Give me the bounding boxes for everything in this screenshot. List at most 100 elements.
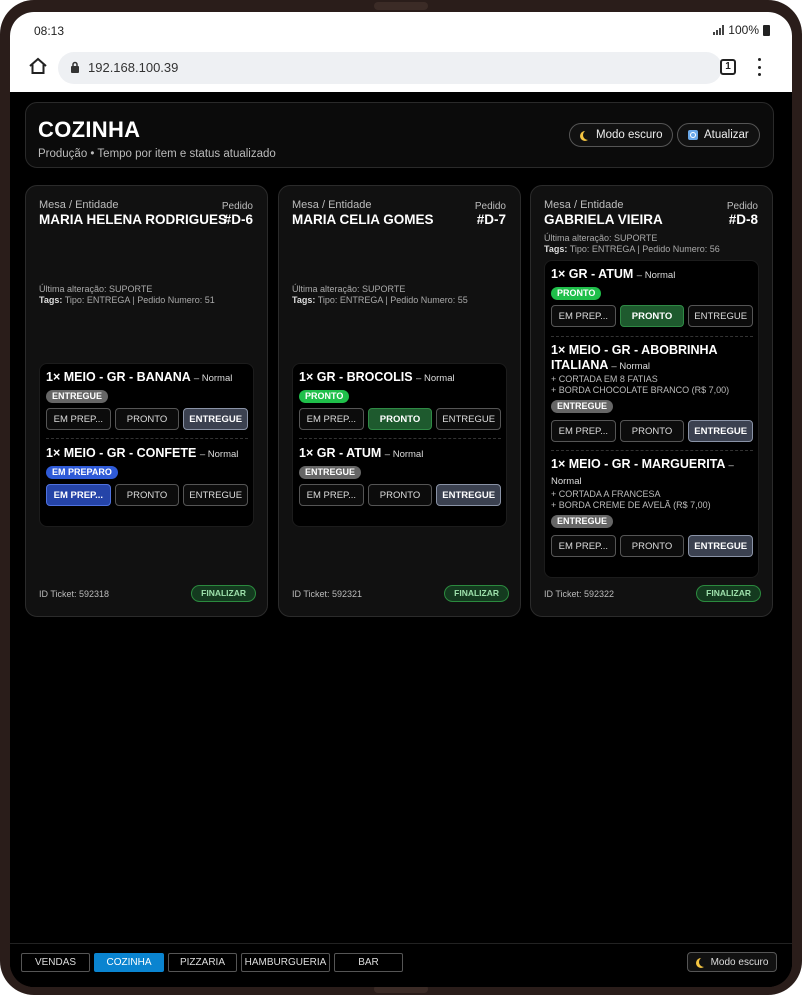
item-title: 1× MEIO - GR - CONFETE – Normal — [46, 446, 239, 460]
tags-label: Tags: — [39, 295, 63, 305]
item-option: + CORTADA EM 8 FATIAS — [551, 374, 658, 384]
dark-mode-button[interactable]: Modo escuro — [569, 123, 674, 147]
status-preparo-button[interactable]: EM PREP... — [551, 535, 616, 557]
order-id: #D-8 — [728, 212, 758, 227]
status-preparo-button[interactable]: EM PREP... — [46, 408, 111, 430]
order-id: #D-6 — [223, 212, 253, 227]
status-preparo-button[interactable]: EM PREP... — [299, 484, 364, 506]
status-right: 100% — [713, 23, 770, 37]
tags-value: Tipo: ENTREGA | Pedido Numero: 56 — [569, 244, 720, 254]
page-subtitle: Produção • Tempo por item e status atual… — [38, 148, 276, 160]
moon-icon — [583, 130, 593, 140]
page-header: COZINHA Produção • Tempo por item e stat… — [25, 102, 774, 168]
status-entregue-button[interactable]: ENTREGUE — [688, 535, 754, 557]
refresh-label: Atualizar — [704, 129, 749, 141]
bottom-nav: VENDAS COZINHA PIZZARIA HAMBURGUERIA BAR… — [10, 943, 792, 987]
status-pronto-button[interactable]: PRONTO — [619, 305, 685, 327]
item-divider — [46, 438, 248, 439]
order-id: #D-7 — [476, 212, 506, 227]
order-card: Mesa / Entidade MARIA CELIA GOMES Pedido… — [278, 185, 521, 617]
order-tags: Tags: Tipo: ENTREGA | Pedido Numero: 51 — [39, 295, 215, 306]
nav-dark-mode-button[interactable]: Modo escuro — [687, 952, 777, 972]
item-mode: – Normal — [416, 373, 455, 384]
status-preparo-button[interactable]: EM PREP... — [299, 408, 364, 430]
order-label: Pedido — [726, 201, 758, 212]
address-bar[interactable]: 192.168.100.39 — [58, 52, 722, 84]
address-url: 192.168.100.39 — [88, 60, 179, 75]
order-card: Mesa / Entidade MARIA HELENA RODRIGUES P… — [25, 185, 268, 617]
order-tags: Tags: Tipo: ENTREGA | Pedido Numero: 55 — [292, 295, 468, 306]
tags-label: Tags: — [292, 295, 316, 305]
finalize-button[interactable]: FINALIZAR — [191, 585, 256, 602]
finalize-button[interactable]: FINALIZAR — [444, 585, 509, 602]
last-change: Última alteração: SUPORTE — [292, 284, 406, 294]
order-item: 1× GR - ATUM – Normal PRONTO EM PREP... … — [551, 267, 754, 327]
order-meta: Última alteração: SUPORTE Tags: Tipo: EN… — [39, 284, 215, 306]
refresh-button[interactable]: Atualizar — [677, 123, 760, 147]
status-badge: ENTREGUE — [551, 515, 614, 528]
status-entregue-button[interactable]: ENTREGUE — [183, 484, 249, 506]
item-title: 1× MEIO - GR - MARGUERITA – Normal — [551, 457, 734, 487]
item-mode: – Normal — [193, 373, 233, 384]
status-pronto-button[interactable]: PRONTO — [619, 535, 685, 557]
status-entregue-button[interactable]: ENTREGUE — [436, 408, 502, 430]
order-tags: Tags: Tipo: ENTREGA | Pedido Numero: 56 — [544, 244, 720, 255]
device-hinge-top — [374, 2, 428, 10]
status-buttons: EM PREP... PRONTO ENTREGUE — [46, 484, 249, 506]
finalize-button[interactable]: FINALIZAR — [696, 585, 761, 602]
home-icon[interactable] — [28, 56, 48, 76]
status-entregue-button[interactable]: ENTREGUE — [688, 420, 754, 442]
nav-tab-hamburgueria[interactable]: HAMBURGUERIA — [241, 953, 330, 972]
item-mode: – Normal — [384, 449, 424, 460]
browser-menu-icon[interactable] — [752, 58, 766, 76]
item-divider — [299, 438, 501, 439]
status-pronto-button[interactable]: PRONTO — [619, 420, 685, 442]
status-entregue-button[interactable]: ENTREGUE — [688, 305, 754, 327]
status-badge: ENTREGUE — [551, 400, 614, 413]
order-item: 1× MEIO - GR - BANANA – Normal ENTREGUE … — [46, 370, 249, 430]
item-title: 1× GR - ATUM – Normal — [299, 446, 424, 460]
status-buttons: EM PREP... PRONTO ENTREGUE — [551, 535, 754, 557]
item-title: 1× MEIO - GR - ABOBRINHA ITALIANA – Norm… — [551, 343, 718, 372]
status-preparo-button[interactable]: EM PREP... — [551, 305, 616, 327]
item-title: 1× GR - BROCOLIS – Normal — [299, 370, 455, 384]
order-meta: Última alteração: SUPORTE Tags: Tipo: EN… — [292, 284, 468, 306]
status-entregue-button[interactable]: ENTREGUE — [436, 484, 502, 506]
status-pronto-button[interactable]: PRONTO — [114, 484, 180, 506]
status-entregue-button[interactable]: ENTREGUE — [183, 408, 249, 430]
entity-label: Mesa / Entidade — [39, 199, 119, 211]
status-pronto-button[interactable]: PRONTO — [367, 408, 433, 430]
status-preparo-button[interactable]: EM PREP... — [551, 420, 616, 442]
page-title: COZINHA — [38, 117, 141, 142]
status-bar: 08:13 100% — [10, 12, 792, 50]
order-meta: Última alteração: SUPORTE Tags: Tipo: EN… — [544, 233, 720, 255]
order-items: 1× GR - BROCOLIS – Normal PRONTO EM PREP… — [292, 363, 507, 527]
app-root: COZINHA Produção • Tempo por item e stat… — [10, 92, 792, 987]
item-title: 1× MEIO - GR - BANANA – Normal — [46, 370, 233, 384]
status-pronto-button[interactable]: PRONTO — [367, 484, 433, 506]
status-badge: EM PREPARO — [46, 466, 118, 479]
status-pronto-button[interactable]: PRONTO — [114, 408, 180, 430]
status-buttons: EM PREP... PRONTO ENTREGUE — [551, 305, 754, 327]
item-option: + BORDA CREME DE AVELÃ (R$ 7,00) — [551, 500, 711, 510]
status-badge: ENTREGUE — [299, 466, 362, 479]
device-screen: 08:13 100% 192.168.100.39 1 COZINHA Prod… — [10, 12, 792, 987]
nav-tab-pizzaria[interactable]: PIZZARIA — [168, 953, 237, 972]
nav-tab-bar[interactable]: BAR — [334, 953, 403, 972]
ticket-id: ID Ticket: 592321 — [292, 589, 363, 599]
moon-icon — [699, 957, 709, 967]
order-items: 1× GR - ATUM – Normal PRONTO EM PREP... … — [544, 260, 759, 578]
ticket-id: ID Ticket: 592322 — [544, 589, 615, 599]
order-item: 1× MEIO - GR - MARGUERITA – Normal + COR… — [551, 457, 754, 557]
refresh-icon — [688, 130, 698, 140]
order-label: Pedido — [221, 201, 253, 212]
status-buttons: EM PREP... PRONTO ENTREGUE — [299, 484, 502, 506]
item-title: 1× GR - ATUM – Normal — [551, 267, 676, 281]
order-item: 1× MEIO - GR - CONFETE – Normal EM PREPA… — [46, 446, 249, 506]
tab-switcher-button[interactable]: 1 — [720, 59, 736, 75]
last-change: Última alteração: SUPORTE — [544, 233, 658, 243]
nav-tab-cozinha[interactable]: COZINHA — [94, 953, 164, 972]
tags-value: Tipo: ENTREGA | Pedido Numero: 55 — [317, 295, 468, 305]
nav-tab-vendas[interactable]: VENDAS — [21, 953, 90, 972]
status-preparo-button[interactable]: EM PREP... — [46, 484, 111, 506]
